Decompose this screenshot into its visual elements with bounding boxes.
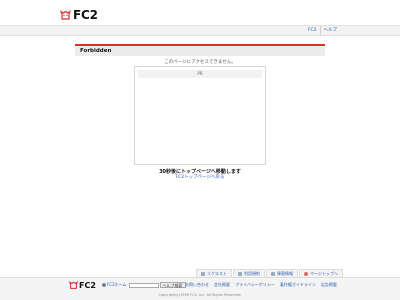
tab-terms[interactable]: 利用規約 — [233, 269, 265, 277]
ad-box[interactable]: PR — [134, 66, 266, 165]
page-title-bar: Forbidden — [75, 44, 325, 56]
footer-logo[interactable]: FC2 — [69, 281, 96, 290]
footer-link-contact[interactable]: お問い合わせ — [185, 282, 209, 288]
copyright: Copyright(c)1999 FC2, Inc. All Rights Re… — [158, 293, 242, 297]
tab-label: リクエスト — [207, 271, 227, 276]
document-icon — [238, 271, 242, 276]
fc2-logo[interactable]: FC2 — [60, 8, 98, 22]
nav-link-help[interactable]: ヘルプ — [319, 26, 341, 36]
fc2-mascot-icon — [60, 9, 71, 20]
footer-links: お問い合わせ 会社概要 プライバシーポリシー 著作権ガイドライン 広告掲載 — [185, 282, 342, 288]
back-to-top-link[interactable]: FC2トップページへ戻る — [75, 174, 325, 180]
footer-link-company[interactable]: 会社概要 — [214, 282, 230, 288]
footer: FC2 FC2ホーム ヘルプ検索 お問い合わせ 会社概要 プライバシーポリシー … — [0, 277, 400, 300]
footer-link-privacy[interactable]: プライバシーポリシー — [235, 282, 275, 288]
header: FC2 — [0, 0, 400, 26]
search-scope-radio[interactable] — [102, 283, 106, 287]
search-input[interactable] — [128, 282, 159, 288]
footer-link-advertising[interactable]: 広告掲載 — [321, 282, 337, 288]
tab-page-top[interactable]: ページトップへ — [299, 269, 343, 277]
lightbulb-icon — [201, 271, 205, 276]
tab-label: 利用規約 — [244, 271, 260, 276]
search-scope-label: FC2ホーム — [107, 282, 127, 287]
footer-link-copyright-guide[interactable]: 著作権ガイドライン — [280, 282, 316, 288]
footer-search: FC2ホーム ヘルプ検索 — [102, 282, 186, 288]
fc2-mascot-icon — [69, 281, 78, 289]
footer-tabs: リクエスト 利用規約 障害情報 ページトップへ — [195, 269, 343, 277]
tab-request[interactable]: リクエスト — [196, 269, 232, 277]
nav-link-fc2[interactable]: FC2 — [305, 26, 320, 36]
help-search-button[interactable]: ヘルプ検索 — [159, 282, 186, 288]
warning-icon — [271, 271, 275, 276]
tab-label: 障害情報 — [277, 271, 293, 276]
tab-label: ページトップへ — [310, 271, 338, 276]
logo-text: FC2 — [73, 8, 98, 22]
heart-icon — [304, 271, 308, 276]
ad-label: PR — [138, 70, 262, 78]
error-message: このページにアクセスできません。 — [164, 60, 236, 65]
page-title: Forbidden — [80, 48, 112, 54]
tab-status[interactable]: 障害情報 — [266, 269, 298, 277]
footer-logo-text: FC2 — [79, 281, 96, 290]
sub-navigation: FC2 ヘルプ — [0, 25, 400, 36]
